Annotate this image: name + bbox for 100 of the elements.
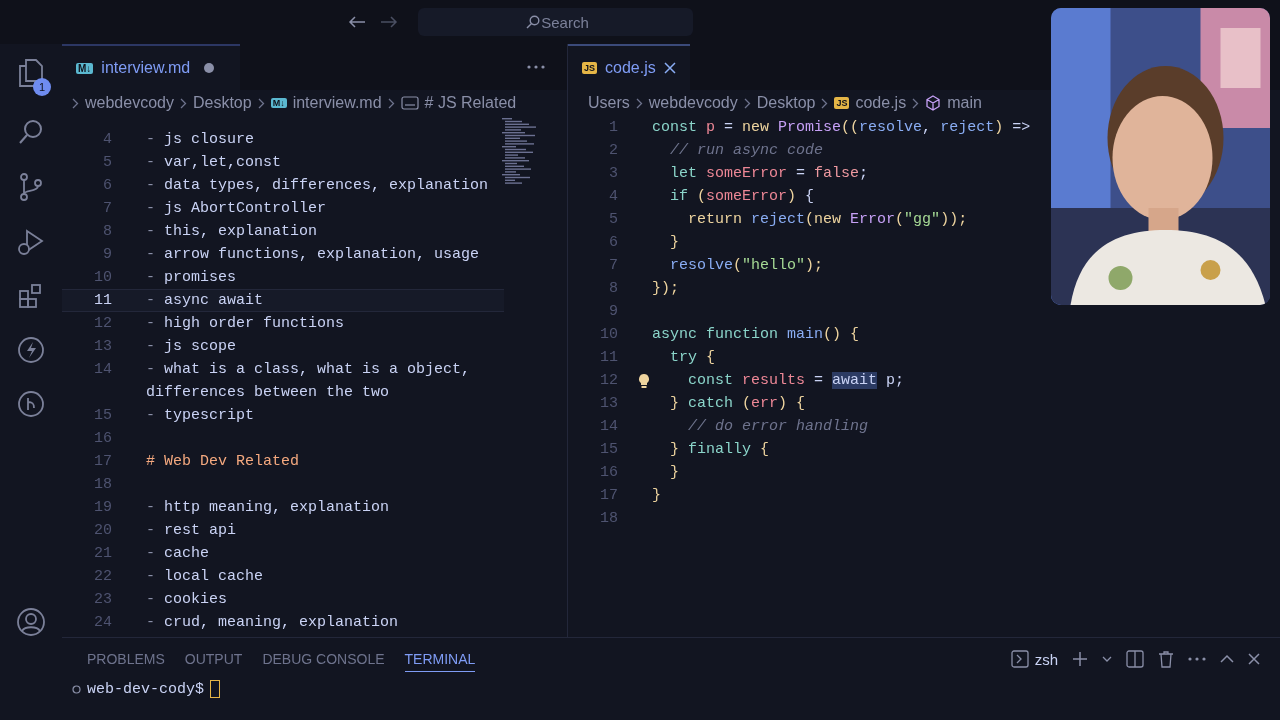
line-number: 2 (608, 142, 619, 159)
code-text: promises (164, 269, 237, 286)
list-marker: - (146, 522, 155, 539)
line-number: 16 (599, 464, 619, 481)
code-line: }); (652, 280, 679, 297)
search-icon (525, 15, 540, 29)
more-icon[interactable] (527, 65, 545, 69)
back-arrow-icon[interactable] (347, 15, 366, 29)
lightbulb-icon[interactable] (638, 372, 650, 389)
search-icon[interactable] (17, 118, 45, 146)
code-text: typescript (164, 407, 255, 424)
breadcrumb[interactable]: interview.md (292, 94, 382, 112)
line-number: 3 (608, 165, 619, 182)
code-line: resolve("hello"); (669, 257, 824, 274)
line-number: 22 (93, 568, 113, 585)
list-marker: - (146, 499, 155, 516)
line-number: 1 (608, 119, 619, 136)
breadcrumb[interactable]: Desktop (756, 94, 816, 112)
panel-tab[interactable]: PROBLEMS (87, 646, 165, 672)
breadcrumb[interactable]: # JS Related (424, 94, 517, 112)
line-number: 6 (608, 234, 619, 251)
line-number: 7 (102, 200, 113, 217)
line-number: 14 (93, 361, 113, 378)
line-number: 17 (599, 487, 619, 504)
breadcrumb[interactable]: Users (588, 94, 630, 112)
code-text: http meaning, explanation (164, 499, 390, 516)
terminal-icon[interactable] (1010, 650, 1029, 668)
line-number: 18 (599, 510, 619, 527)
line-number: 9 (608, 303, 619, 320)
line-number: 12 (93, 315, 113, 332)
split-icon[interactable] (1126, 650, 1144, 668)
breadcrumb[interactable]: code.js (855, 94, 907, 112)
shell-name[interactable]: zsh (1034, 650, 1058, 668)
close-icon[interactable] (663, 62, 676, 74)
code-line: try { (669, 349, 716, 366)
javascript-icon: JS (834, 97, 850, 109)
line-number: 15 (93, 407, 113, 424)
string-symbol-icon (400, 96, 419, 110)
line-number: 10 (93, 269, 113, 286)
plus-icon[interactable] (1072, 651, 1088, 667)
list-marker: - (146, 269, 155, 286)
chevron-right-icon (912, 97, 920, 109)
code-text: async await (164, 292, 264, 309)
editor-tab[interactable]: JS code.js (568, 44, 690, 90)
list-marker: - (146, 407, 155, 424)
line-number: 13 (599, 395, 619, 412)
branch-icon[interactable] (17, 390, 45, 418)
chevron-up-icon[interactable] (1220, 654, 1234, 664)
list-marker: - (146, 361, 155, 378)
run-debug-icon[interactable] (17, 228, 45, 256)
more-icon[interactable] (1188, 657, 1206, 661)
list-marker: - (146, 292, 155, 309)
breadcrumb[interactable]: webdevcody (85, 94, 174, 112)
terminal-prompt: web-dev-cody$ (87, 680, 205, 698)
code-line: if (someError) { (669, 188, 815, 205)
code-text: js closure (164, 131, 255, 148)
line-number: 9 (102, 246, 113, 263)
code-text: js scope (164, 338, 237, 355)
line-number: 5 (102, 154, 113, 171)
search-field[interactable]: Search (417, 8, 693, 36)
lightning-icon[interactable] (17, 336, 45, 364)
chevron-down-icon[interactable] (1102, 655, 1112, 663)
panel-tab[interactable]: DEBUG CONSOLE (262, 646, 385, 672)
list-marker: - (146, 315, 155, 332)
code-text: rest api (164, 522, 237, 539)
line-number: 18 (93, 476, 113, 493)
list-marker: - (146, 223, 155, 240)
source-control-icon[interactable] (18, 172, 44, 202)
code-text: data types, differences, explanation (164, 177, 489, 194)
account-icon[interactable] (16, 607, 46, 637)
code-line: } (652, 487, 661, 504)
breadcrumb[interactable]: webdevcody (648, 94, 738, 112)
heading-text: # Web Dev Related (146, 453, 300, 470)
chevron-right-icon (257, 97, 265, 109)
line-number: 15 (599, 441, 619, 458)
line-number: 4 (608, 188, 619, 205)
list-marker: - (146, 246, 155, 263)
code-line: async function main() { (652, 326, 860, 343)
trash-icon[interactable] (1158, 650, 1174, 668)
editor-tab[interactable]: M↓ interview.md (62, 44, 240, 90)
chevron-right-icon (72, 97, 79, 109)
line-number: 24 (93, 614, 113, 631)
code-line: } (669, 234, 679, 251)
code-line: // do error handling (687, 418, 869, 435)
chevron-right-icon (179, 97, 187, 109)
line-number: 13 (93, 338, 113, 355)
code-text: cookies (164, 591, 228, 608)
panel-tab[interactable]: OUTPUT (184, 646, 243, 672)
panel-tab[interactable]: TERMINAL (404, 646, 476, 672)
code-text: high order functions (164, 315, 345, 332)
chevron-right-icon (743, 97, 751, 109)
breadcrumb[interactable]: Desktop (192, 94, 252, 112)
breadcrumb[interactable]: main (947, 94, 982, 112)
code-text: differences between the two (146, 384, 390, 401)
line-number: 7 (608, 257, 619, 274)
code-text: cache (164, 545, 210, 562)
terminal-cursor (210, 680, 221, 698)
close-icon[interactable] (1248, 653, 1260, 665)
code-text: js AbortController (164, 200, 327, 217)
line-number: 11 (93, 292, 113, 309)
